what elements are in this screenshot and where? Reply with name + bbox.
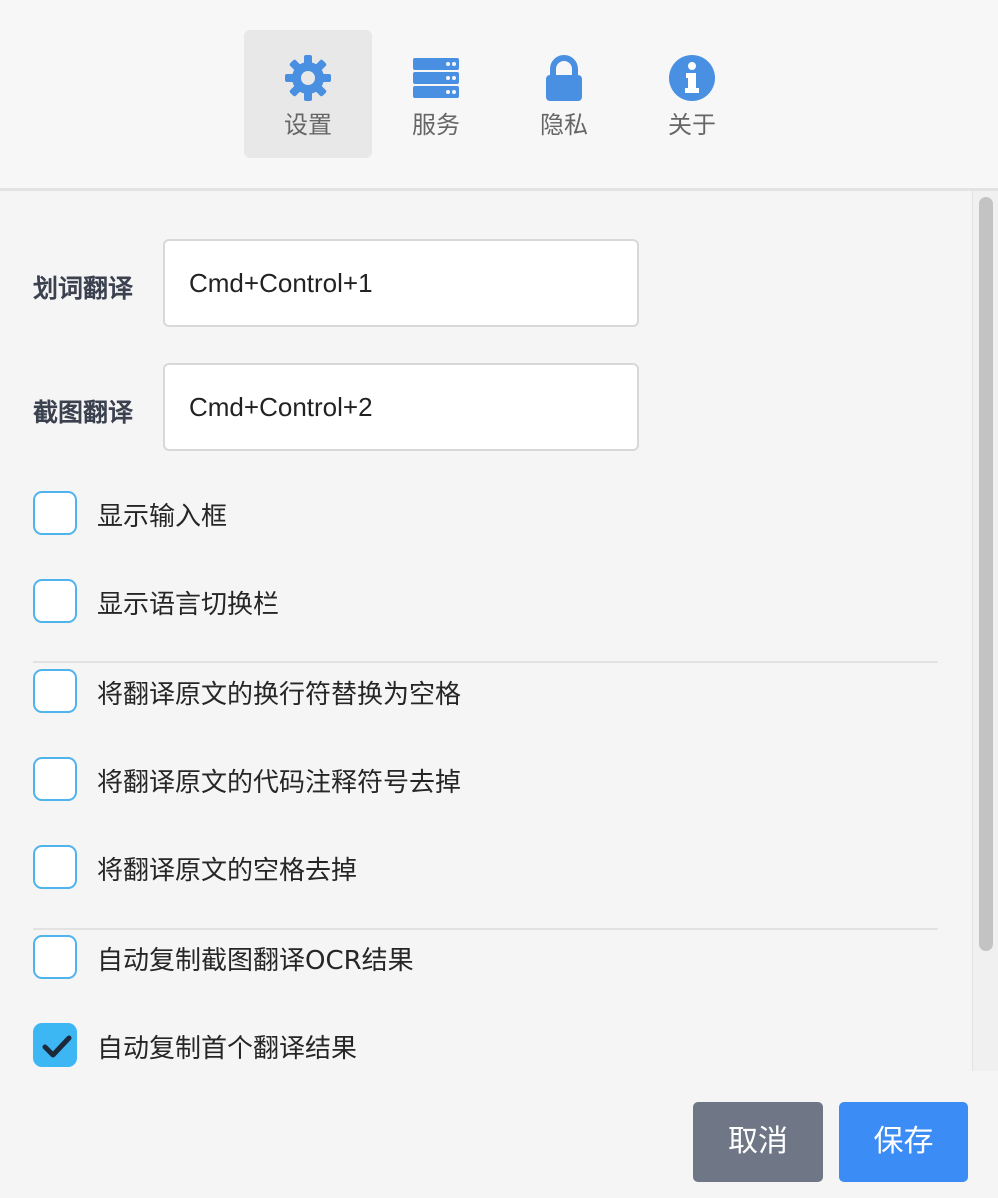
preferences-toolbar: 设置 服务 隐私 关于 [0,0,998,191]
checkbox[interactable] [33,491,77,535]
option-label: 将翻译原文的空格去掉 [97,856,358,886]
gear-icon [285,55,331,101]
tab-about-label: 关于 [668,111,716,139]
tab-privacy[interactable]: 隐私 [500,30,628,158]
option-label: 自动复制首个翻译结果 [97,1034,358,1064]
section-divider [33,928,938,930]
tab-settings[interactable]: 设置 [244,30,372,158]
checkbox-checked[interactable] [33,1023,77,1067]
section-divider [33,661,938,663]
save-button[interactable]: 保存 [839,1102,968,1182]
cancel-button[interactable]: 取消 [693,1102,823,1182]
info-icon [669,55,715,101]
tab-services[interactable]: 服务 [372,30,500,158]
screenshot-translate-label: 截图翻译 [33,398,134,427]
checkbox[interactable] [33,579,77,623]
lock-icon [546,55,582,101]
screenshot-translate-shortcut-input[interactable]: Cmd+Control+2 [163,363,639,451]
checkbox[interactable] [33,757,77,801]
scrollbar[interactable] [972,191,998,1071]
option-label: 将翻译原文的代码注释符号去掉 [97,768,462,798]
checkbox[interactable] [33,935,77,979]
option-label: 显示语言切换栏 [97,590,280,620]
tab-settings-label: 设置 [284,111,332,139]
tab-services-label: 服务 [412,111,460,139]
checkbox[interactable] [33,845,77,889]
settings-panel: 划词翻译 Cmd+Control+1 截图翻译 Cmd+Control+2 显示… [0,191,970,1071]
option-label: 将翻译原文的换行符替换为空格 [97,680,462,710]
server-icon [413,58,459,98]
checkbox[interactable] [33,669,77,713]
option-label: 自动复制截图翻译OCR结果 [97,946,414,976]
scrollbar-thumb[interactable] [979,197,993,951]
option-label: 显示输入框 [97,502,228,532]
tab-privacy-label: 隐私 [540,111,588,139]
checkmark-icon [42,1035,72,1058]
selection-translate-label: 划词翻译 [33,274,134,303]
selection-translate-shortcut-input[interactable]: Cmd+Control+1 [163,239,639,327]
tab-about[interactable]: 关于 [628,30,756,158]
